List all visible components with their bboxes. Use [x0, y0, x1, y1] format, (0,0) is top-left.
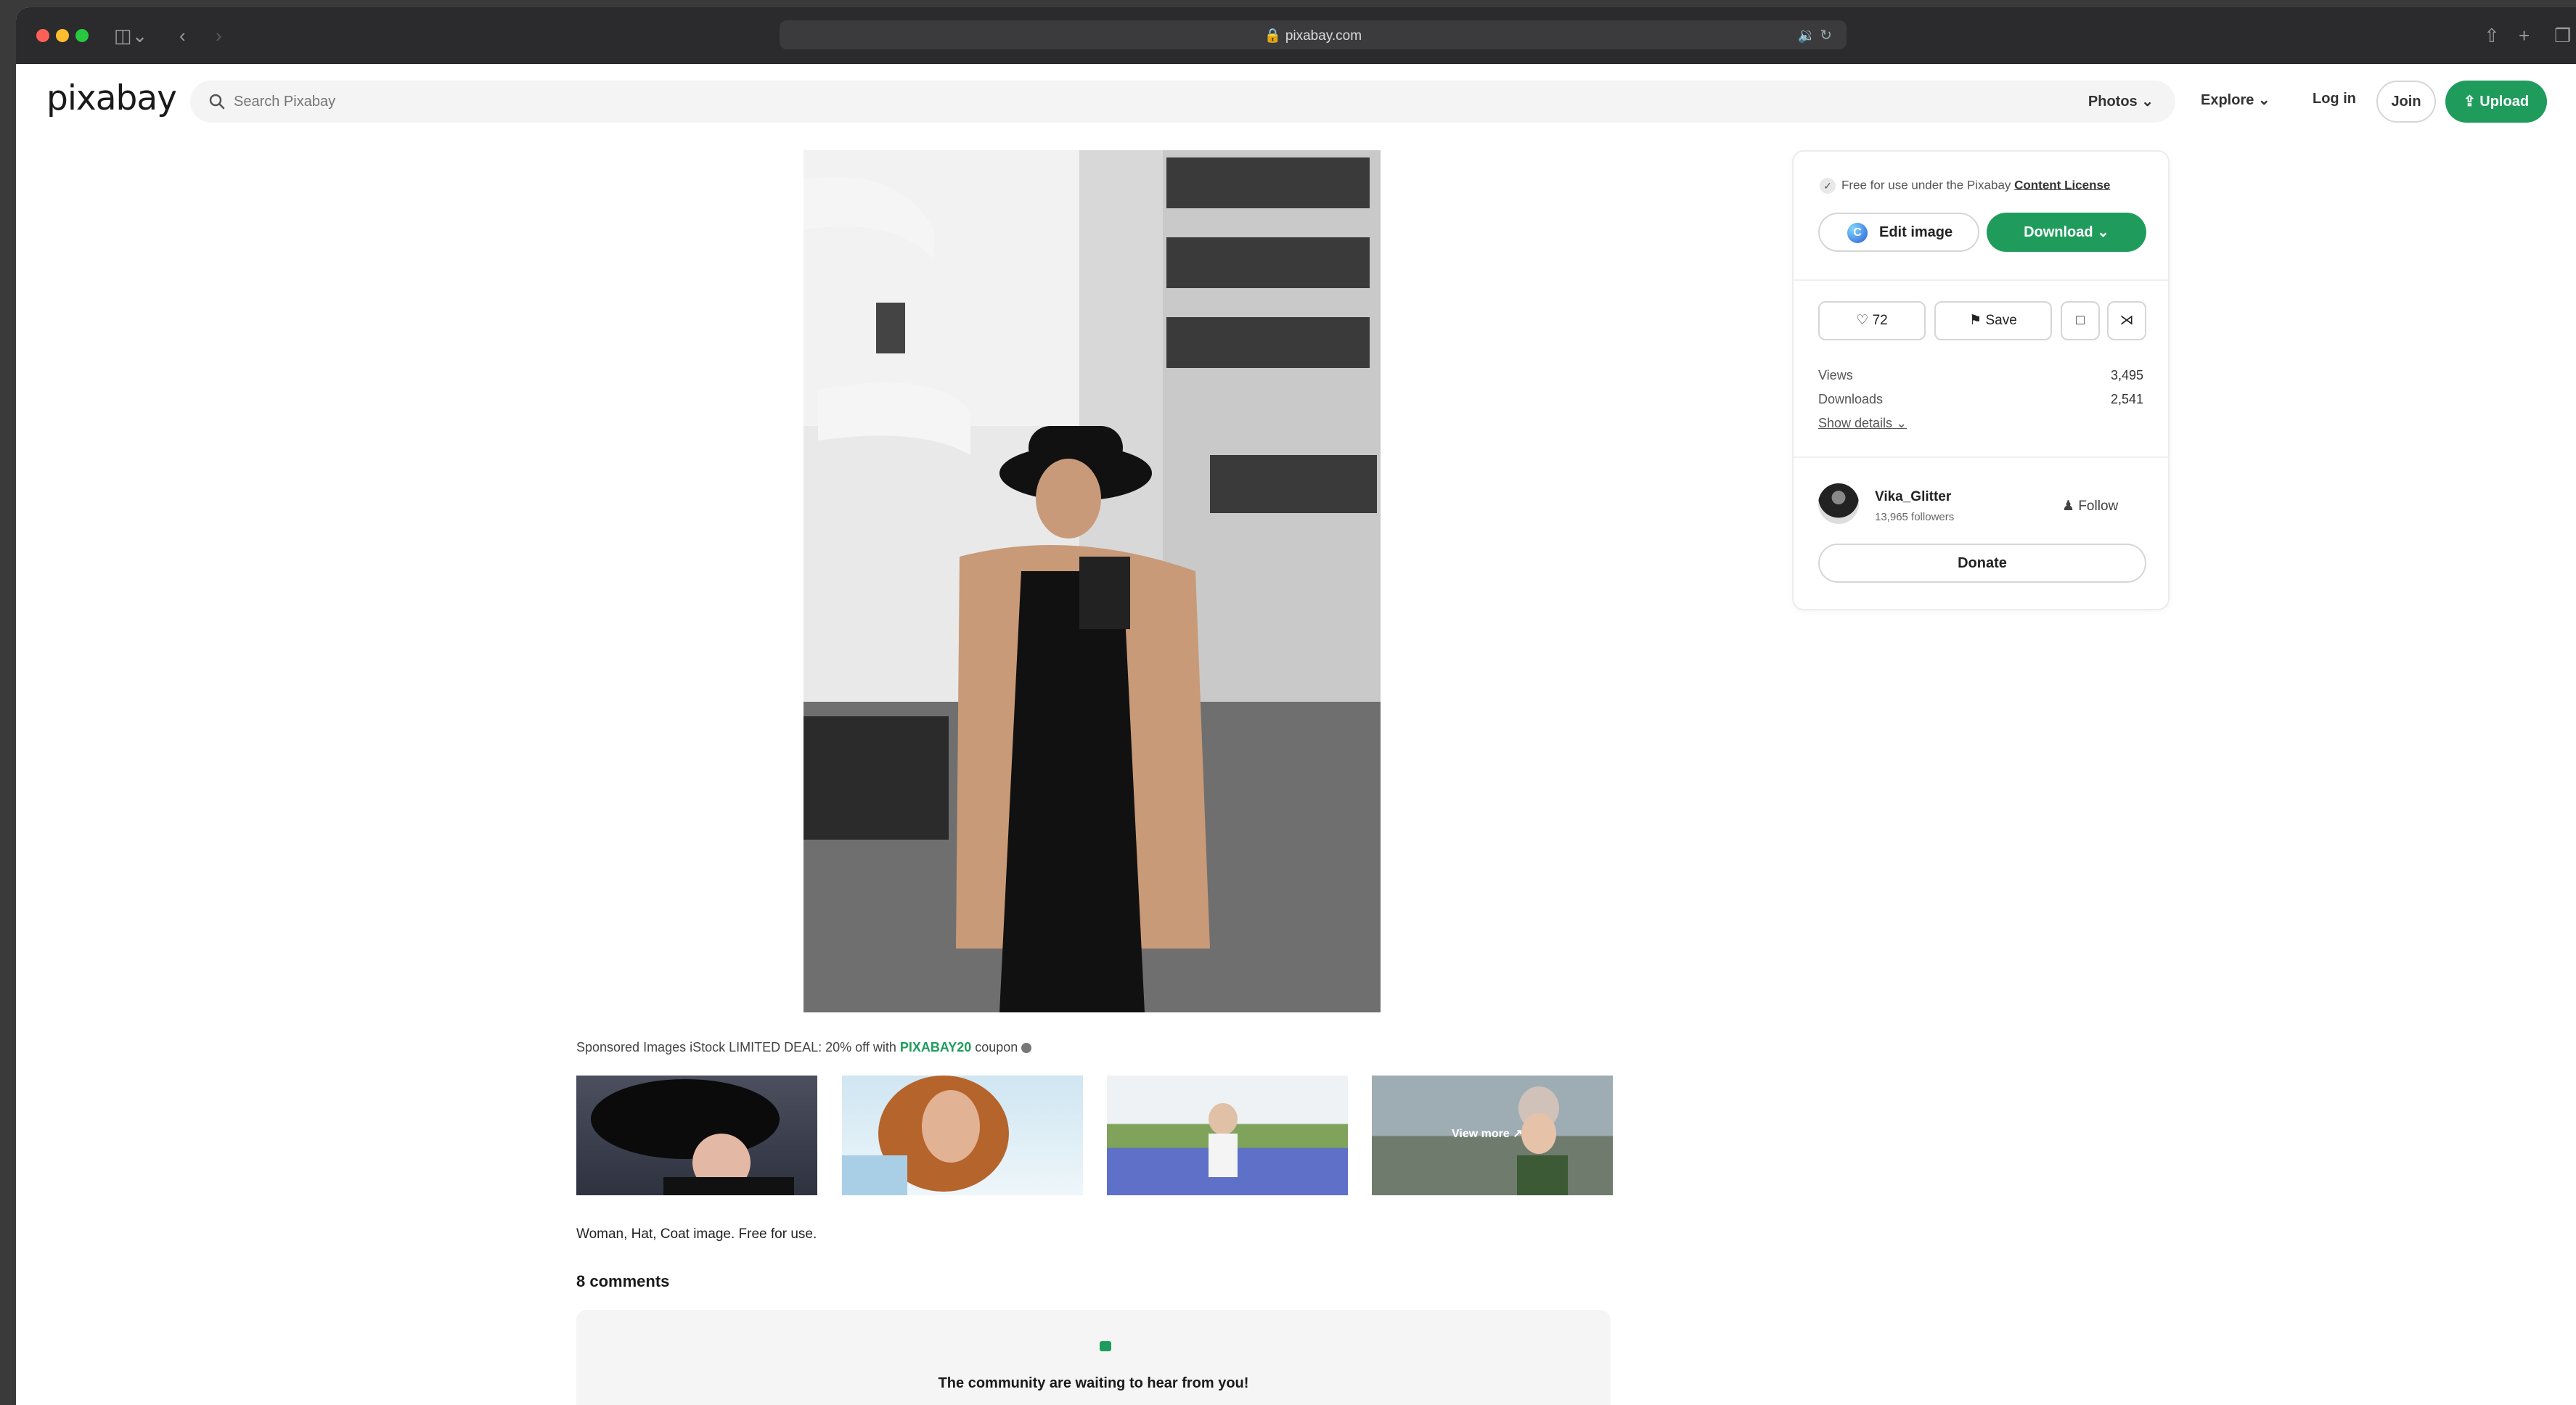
comments-prompt: The community are waiting to hear from y…: [938, 1375, 1249, 1391]
check-icon: ✓: [1820, 178, 1836, 194]
media-type-dropdown[interactable]: Photos ⌄: [2088, 81, 2154, 123]
content-license-link[interactable]: Content License: [2014, 178, 2110, 192]
downloads-value: 2,541: [2110, 392, 2143, 406]
view-more-link[interactable]: View more ↗: [1452, 1126, 1523, 1141]
card-divider: [1794, 456, 2168, 458]
explore-label: Explore: [2201, 92, 2254, 108]
chevron-down-icon: ⌄: [1896, 416, 1908, 430]
media-type-label: Photos: [2088, 94, 2138, 110]
views-label: Views: [1818, 368, 1853, 382]
url-text: pixabay.com: [1285, 28, 1362, 44]
donate-button[interactable]: Donate: [1818, 544, 2146, 583]
sponsored-thumb-4[interactable]: View more ↗: [1372, 1076, 1613, 1195]
upload-button[interactable]: ⇪ Upload: [2445, 81, 2547, 123]
search-bar[interactable]: Photos ⌄: [190, 81, 2175, 123]
explore-menu[interactable]: Explore ⌄: [2201, 91, 2270, 109]
chevron-down-icon: ⌄: [2257, 92, 2270, 108]
user-followers: 13,965 followers: [1875, 511, 1955, 523]
chevron-down-icon: ⌄: [2097, 224, 2109, 240]
main-photo[interactable]: [804, 150, 1381, 1012]
image-sidebar-card: ✓ Free for use under the Pixabay Content …: [1792, 150, 2170, 610]
license-text: Free for use under the Pixabay: [1841, 178, 2015, 192]
sponsored-thumb-1[interactable]: [576, 1076, 817, 1195]
share-button[interactable]: ⋊: [2107, 301, 2146, 340]
forward-arrow-icon[interactable]: ›: [216, 23, 222, 48]
maximize-window-button[interactable]: [75, 29, 89, 42]
address-bar[interactable]: 🔒 pixabay.com 🔉 ↻: [780, 20, 1847, 49]
download-label: Download: [2024, 224, 2093, 240]
views-value: 3,495: [2110, 368, 2143, 382]
show-details-link[interactable]: Show details ⌄: [1818, 416, 1907, 431]
sponsored-thumbnails: View more ↗: [576, 1076, 1613, 1195]
follow-button[interactable]: ♟ Follow: [2062, 498, 2118, 515]
sidebar-toggle-icon[interactable]: ◫⌄: [114, 23, 147, 48]
coupon-code[interactable]: PIXABAY20: [900, 1040, 971, 1054]
sponsored-banner: Sponsored Images iStock LIMITED DEAL: 20…: [576, 1040, 1032, 1055]
card-divider: [1794, 279, 2168, 281]
sponsored-text: Sponsored Images iStock LIMITED DEAL: 20…: [576, 1040, 900, 1054]
thumb-image-hat-woman: [591, 1079, 794, 1195]
sponsored-thumb-3[interactable]: [1107, 1076, 1348, 1195]
pixabay-logo[interactable]: pixabay: [46, 78, 177, 118]
close-window-button[interactable]: [36, 29, 49, 42]
comments-heading: 8 comments: [576, 1272, 670, 1290]
bookmark-icon: ⚑: [1969, 313, 1982, 328]
share-icon: ⋊: [2119, 313, 2134, 328]
site-header: pixabay Photos ⌄ Explore ⌄ Log in Join ⇪…: [16, 64, 2576, 139]
share-icon[interactable]: ⇧: [2484, 23, 2500, 48]
show-details-label: Show details: [1818, 416, 1893, 430]
minimize-window-button[interactable]: [56, 29, 69, 42]
new-tab-icon[interactable]: +: [2519, 23, 2530, 48]
thumb-image-smiling-woman: [842, 1076, 1009, 1195]
follow-label: Follow: [2078, 499, 2119, 514]
thumb-image-flower-field: [1209, 1103, 1238, 1177]
login-link[interactable]: Log in: [2313, 91, 2356, 107]
info-icon[interactable]: [1021, 1043, 1032, 1054]
comment-button[interactable]: □: [2061, 301, 2100, 340]
avatar[interactable]: [1818, 483, 1859, 524]
search-input[interactable]: [234, 81, 1831, 123]
view-more-label: View more: [1452, 1128, 1510, 1140]
comments-box: The community are waiting to hear from y…: [576, 1310, 1611, 1405]
save-label: Save: [1985, 313, 2017, 328]
edit-image-label: Edit image: [1879, 224, 1953, 240]
downloads-label: Downloads: [1818, 392, 1884, 406]
back-arrow-icon[interactable]: ‹: [179, 23, 186, 48]
like-button[interactable]: ♡ 72: [1818, 301, 1926, 340]
license-row: ✓ Free for use under the Pixabay Content …: [1820, 178, 2110, 194]
upload-icon: ⇪: [2463, 94, 2476, 110]
chevron-down-icon: ⌄: [2141, 94, 2154, 110]
edit-image-button[interactable]: C Edit image: [1818, 213, 1979, 252]
upload-label: Upload: [2479, 94, 2530, 110]
address-bar-text: 🔒 pixabay.com: [1264, 28, 1362, 44]
save-button[interactable]: ⚑ Save: [1934, 301, 2052, 340]
comment-bubble-icon: [1100, 1341, 1111, 1351]
like-count: 72: [1872, 313, 1888, 328]
image-caption: Woman, Hat, Coat image. Free for use.: [576, 1226, 817, 1242]
browser-window: ◫⌄ ‹ › 🔒 pixabay.com 🔉 ↻ ⇧ + ❐ pixabay P…: [16, 7, 2576, 1405]
canva-logo-icon: C: [1847, 223, 1868, 243]
add-user-icon: ♟: [2062, 499, 2075, 514]
comment-icon: □: [2076, 313, 2085, 328]
search-icon: [209, 94, 225, 110]
heart-icon: ♡: [1856, 313, 1869, 328]
external-link-icon: ↗: [1513, 1128, 1523, 1140]
join-button[interactable]: Join: [2376, 81, 2436, 123]
photo-woman-hat-coat: [804, 150, 1381, 1012]
tab-overview-icon[interactable]: ❐: [2554, 23, 2571, 48]
sponsored-suffix: coupon: [971, 1040, 1018, 1054]
reload-icon[interactable]: 🔉 ↻: [1798, 26, 1832, 44]
download-button[interactable]: Download ⌄: [1987, 213, 2146, 252]
sponsored-thumb-2[interactable]: [842, 1076, 1083, 1195]
browser-titlebar: ◫⌄ ‹ › 🔒 pixabay.com 🔉 ↻ ⇧ + ❐: [16, 7, 2576, 64]
user-name[interactable]: Vika_Glitter: [1875, 489, 1951, 505]
